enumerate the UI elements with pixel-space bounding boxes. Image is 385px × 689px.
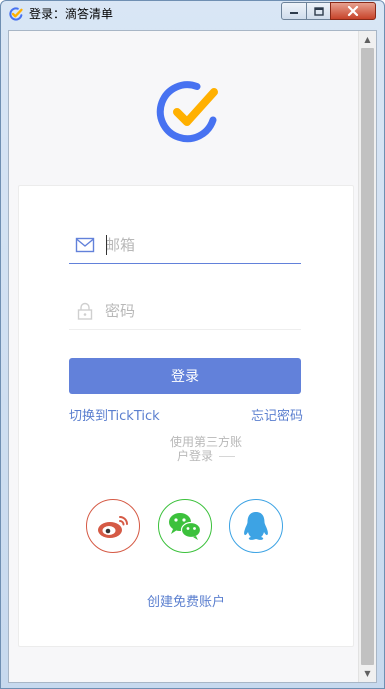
divider-line [219,456,235,457]
email-input[interactable] [105,233,295,257]
maximize-icon [313,6,324,16]
email-field [69,227,301,264]
qq-login-button[interactable] [229,499,283,553]
mail-icon [75,237,95,253]
weibo-login-button[interactable] [86,499,140,553]
wechat-icon [169,513,202,540]
client-area: 登录 切换到TickTick 忘记密码 使用第三方账 户登录 [8,30,377,683]
title-bar: 登录：滴答清单 [1,1,384,27]
ticktick-app-icon [9,7,23,21]
close-icon [347,6,359,16]
third-party-label-line2: 户登录 [176,449,213,463]
qq-icon [244,512,268,540]
wechat-login-button[interactable] [158,499,212,553]
close-button[interactable] [330,2,376,20]
ticktick-logo-icon [156,81,218,143]
third-party-login-label: 使用第三方账 户登录 [164,435,248,463]
lock-icon [77,302,93,320]
password-field [69,293,301,330]
third-party-label-line2-wrap: 户登录 [164,449,248,463]
login-button[interactable]: 登录 [69,358,301,394]
maximize-button[interactable] [306,2,331,20]
create-account-link[interactable]: 创建免费账户 [19,591,353,610]
scroll-down-arrow-icon[interactable]: ▼ [359,665,376,682]
switch-to-ticktick-link[interactable]: 切换到TickTick [69,405,160,424]
scroll-up-arrow-icon[interactable]: ▲ [359,31,376,48]
password-input[interactable] [105,299,295,323]
app-window: 登录：滴答清单 邮箱 登录 切换到TickTick 忘记密码 使用第三方账 户登… [0,0,385,689]
scrollbar-thumb[interactable] [361,48,374,665]
minimize-button[interactable] [281,2,307,20]
vertical-scrollbar[interactable]: ▲ ▼ [358,31,376,682]
window-title: 登录：滴答清单 [29,7,114,21]
third-party-label-line1: 使用第三方账 [169,435,242,449]
forgot-password-link[interactable]: 忘记密码 [251,405,303,424]
text-caret [106,235,107,255]
login-card: 登录 切换到TickTick 忘记密码 使用第三方账 户登录 [18,185,354,647]
weibo-icon [98,516,128,538]
minimize-icon [290,12,298,14]
